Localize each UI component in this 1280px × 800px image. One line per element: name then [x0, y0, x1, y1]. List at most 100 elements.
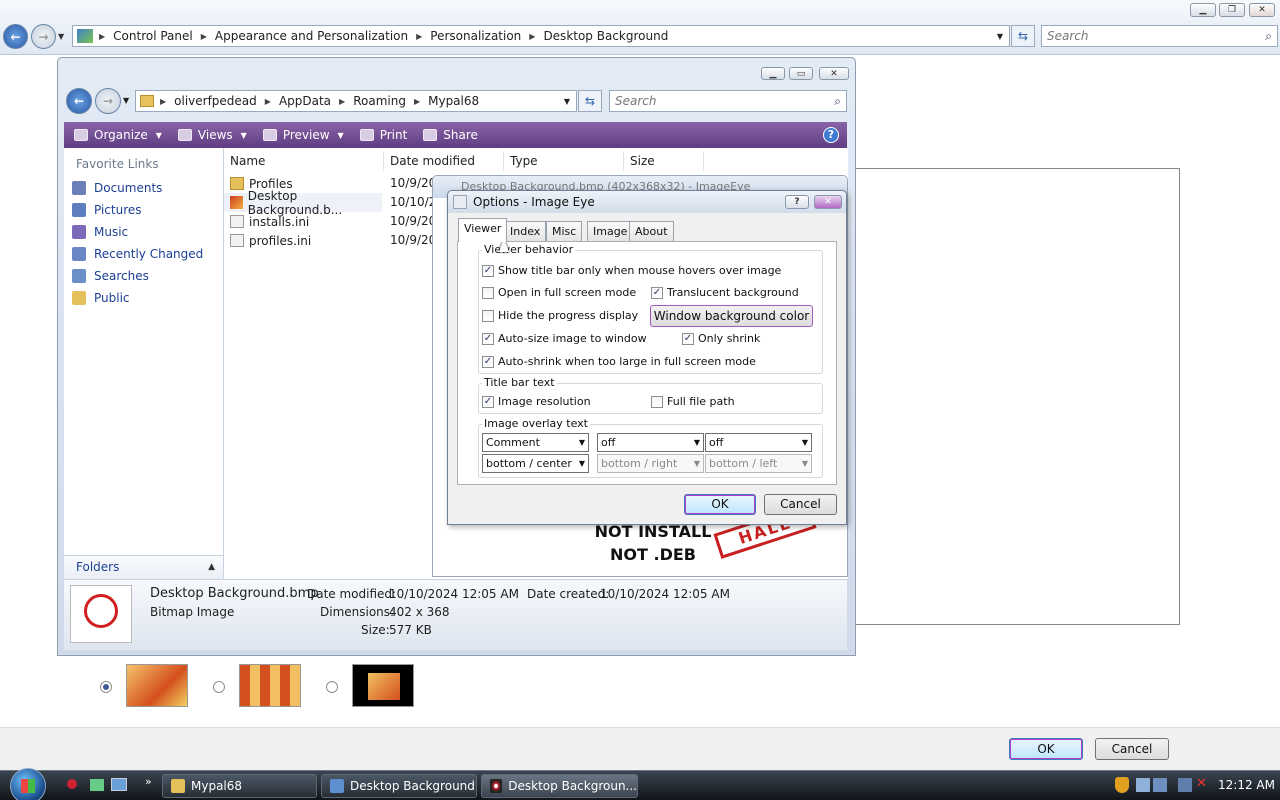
share-button[interactable]: Share	[423, 128, 478, 142]
minimize-button[interactable]: ▁	[1190, 3, 1216, 17]
window-background-color-button[interactable]: Window background color	[650, 305, 813, 327]
address-dropdown-icon[interactable]: ▼	[564, 97, 570, 106]
tab-about[interactable]: About	[629, 221, 674, 241]
security-shield-icon[interactable]	[1115, 777, 1129, 793]
printer-icon	[359, 129, 374, 141]
column-type[interactable]: Type	[504, 151, 624, 171]
clock[interactable]: 12:12 AM	[1218, 778, 1275, 792]
position-tile-thumbnail[interactable]	[239, 664, 301, 707]
show-title-bar-checkbox[interactable]: ✓ Show title bar only when mouse hovers o…	[482, 264, 781, 277]
dialog-close-button[interactable]: ✕	[814, 195, 842, 209]
overlay-position-select[interactable]: bottom / center ▼	[482, 454, 589, 473]
favorite-music[interactable]: Music	[64, 221, 223, 243]
favorite-searches[interactable]: Searches	[64, 265, 223, 287]
folders-toggle[interactable]: Folders ▲	[64, 555, 223, 579]
column-name[interactable]: Name	[224, 151, 384, 171]
auto-shrink-checkbox[interactable]: ✓ Auto-shrink when too large in full scre…	[482, 355, 756, 368]
explorer-back-button[interactable]: ←	[66, 88, 92, 114]
network-icon[interactable]	[1178, 778, 1192, 792]
address-bar[interactable]: ▶ Control Panel ▶ Appearance and Persona…	[72, 25, 1010, 47]
dialog-ok-button[interactable]: OK	[684, 494, 756, 515]
search-icon[interactable]: ⌕	[1265, 26, 1272, 46]
cp-cancel-button[interactable]: Cancel	[1095, 738, 1169, 760]
back-button[interactable]: ←	[3, 24, 28, 49]
hide-progress-checkbox[interactable]: Hide the progress display	[482, 309, 638, 322]
forward-arrow-icon: →	[38, 29, 49, 44]
cp-search-input[interactable]: Search ⌕	[1041, 25, 1278, 47]
tab-image[interactable]: Image	[587, 221, 634, 241]
explorer-maximize-button[interactable]: ▭	[789, 67, 813, 80]
tray-icon[interactable]	[1136, 778, 1150, 792]
full-file-path-checkbox[interactable]: Full file path	[651, 395, 735, 408]
image-eye-icon	[490, 779, 503, 793]
favorite-recently-changed[interactable]: Recently Changed	[64, 243, 223, 265]
breadcrumb-appearance[interactable]: Appearance and Personalization	[215, 29, 408, 43]
position-center-radio[interactable]	[326, 681, 338, 693]
overlay-content-select-2[interactable]: off ▼	[597, 433, 704, 452]
breadcrumb-user[interactable]: oliverfpedead	[174, 94, 257, 108]
position-tile-radio[interactable]	[213, 681, 225, 693]
close-button[interactable]: ✕	[1249, 3, 1275, 17]
favorite-public[interactable]: Public	[64, 287, 223, 309]
translucent-checkbox[interactable]: ✓ Translucent background	[651, 286, 799, 299]
refresh-icon: ⇆	[584, 94, 596, 108]
dialog-cancel-button[interactable]: Cancel	[764, 494, 837, 515]
explorer-forward-button[interactable]: →	[95, 88, 121, 114]
quick-launch-icon[interactable]	[67, 779, 77, 789]
tab-index[interactable]: Index	[504, 221, 547, 241]
dialog-help-button[interactable]: ?	[785, 195, 809, 209]
favorite-pictures[interactable]: Pictures	[64, 199, 223, 221]
explorer-address-bar[interactable]: ▶ oliverfpedead ▶ AppData ▶ Roaming ▶ My…	[135, 90, 577, 112]
overlay-content-select-3[interactable]: off ▼	[705, 433, 812, 452]
cp-ok-button[interactable]: OK	[1009, 738, 1083, 760]
address-dropdown-icon[interactable]: ▼	[997, 32, 1003, 41]
help-icon[interactable]: ?	[823, 127, 839, 143]
explorer-close-button[interactable]: ✕	[819, 67, 849, 80]
taskbar-item-mypal68[interactable]: Mypal68	[162, 774, 317, 798]
full-screen-checkbox[interactable]: Open in full screen mode	[482, 286, 636, 299]
tab-viewer[interactable]: Viewer	[458, 218, 508, 242]
breadcrumb-appdata[interactable]: AppData	[279, 94, 331, 108]
taskbar-item-desktop-background[interactable]: Desktop Background	[321, 774, 477, 798]
preview-button[interactable]: Preview ▼	[262, 128, 344, 142]
refresh-button[interactable]: ⇆	[1011, 25, 1035, 47]
forward-button[interactable]: →	[31, 24, 56, 49]
position-fill-radio[interactable]	[100, 681, 112, 693]
checkbox-label: Hide the progress display	[498, 309, 639, 322]
favorite-documents[interactable]: Documents	[64, 177, 223, 199]
quick-launch-icon[interactable]	[90, 779, 104, 791]
position-fill-thumbnail[interactable]	[126, 664, 188, 707]
explorer-recent-icon[interactable]: ▼	[123, 96, 129, 105]
explorer-refresh-button[interactable]: ⇆	[578, 90, 602, 112]
overlay-content-select[interactable]: Comment ▼	[482, 433, 589, 452]
taskbar-item-image-eye[interactable]: Desktop Backgroun...	[481, 774, 638, 798]
file-row-selected[interactable]: Desktop Background.b...	[224, 189, 382, 217]
recent-pages-icon[interactable]: ▼	[58, 32, 64, 41]
volume-muted-icon[interactable]: ✕	[1196, 776, 1207, 791]
tab-misc[interactable]: Misc	[546, 221, 583, 241]
explorer-minimize-button[interactable]: ▁	[761, 67, 785, 80]
breadcrumb-control-panel[interactable]: Control Panel	[113, 29, 193, 43]
position-center-thumbnail[interactable]	[352, 664, 414, 707]
show-desktop-icon[interactable]	[111, 778, 127, 791]
organize-button[interactable]: Organize ▼	[74, 128, 162, 142]
column-size[interactable]: Size	[624, 151, 704, 171]
overflow-chevron-icon[interactable]: »	[145, 775, 152, 788]
views-button[interactable]: Views ▼	[177, 128, 247, 142]
image-resolution-checkbox[interactable]: ✓ Image resolution	[482, 395, 591, 408]
checkbox-label: Translucent background	[667, 286, 799, 299]
print-button[interactable]: Print	[359, 128, 407, 142]
auto-size-checkbox[interactable]: ✓ Auto-size image to window	[482, 332, 647, 345]
start-button[interactable]	[10, 768, 46, 800]
restore-button[interactable]: ❐	[1219, 3, 1245, 17]
breadcrumb-mypal68[interactable]: Mypal68	[428, 94, 479, 108]
only-shrink-checkbox[interactable]: ✓ Only shrink	[682, 332, 760, 345]
search-icon[interactable]: ⌕	[834, 91, 841, 111]
tray-icon[interactable]	[1153, 778, 1167, 792]
column-date-modified[interactable]: Date modified	[384, 151, 504, 171]
navigation-pane: Favorite Links Documents Pictures Music …	[64, 148, 224, 579]
breadcrumb-personalization[interactable]: Personalization	[430, 29, 521, 43]
breadcrumb-desktop-background[interactable]: Desktop Background	[543, 29, 668, 43]
explorer-search-input[interactable]: Search ⌕	[609, 90, 847, 112]
breadcrumb-roaming[interactable]: Roaming	[353, 94, 406, 108]
